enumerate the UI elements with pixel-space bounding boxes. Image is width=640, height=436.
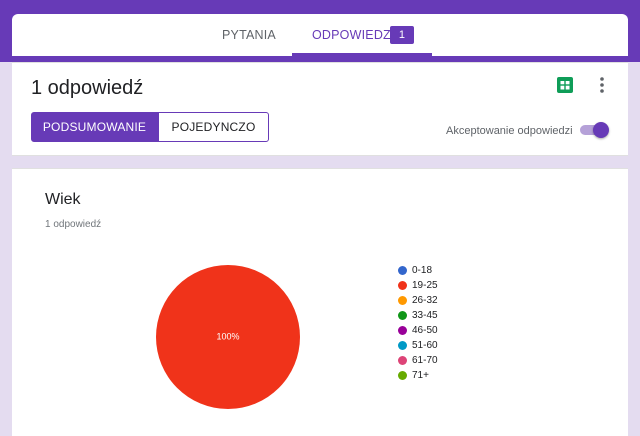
legend-label: 33-45 <box>412 310 438 321</box>
summary-view-button[interactable]: PODSUMOWANIE <box>31 112 158 142</box>
toggle-thumb <box>593 122 609 138</box>
legend-item-26-32: 26-32 <box>398 293 438 308</box>
legend-color-swatch <box>398 371 407 380</box>
tab-responses-label: ODPOWIEDZI <box>312 28 395 42</box>
more-vert-icon[interactable] <box>596 75 608 95</box>
chart-legend: 0-18 19-25 26-32 33-45 46-50 51-60 61-70 71+ <box>398 263 438 383</box>
legend-item-19-25: 19-25 <box>398 278 438 293</box>
responses-count-badge: 1 <box>390 26 414 44</box>
pie-slice-label: 100% <box>216 331 239 341</box>
active-tab-indicator <box>292 53 432 56</box>
legend-color-swatch <box>398 311 407 320</box>
question-card-wiek: Wiek 1 odpowiedź 100% 0-18 19-25 26-32 33-4… <box>12 168 628 436</box>
responses-summary-card: 1 odpowiedź PODSUMOWANIE POJEDYNCZO Akce… <box>12 62 628 156</box>
legend-label: 19-25 <box>412 280 438 291</box>
legend-color-swatch <box>398 356 407 365</box>
sheets-icon[interactable] <box>557 77 573 93</box>
question-title: Wiek <box>45 191 81 208</box>
legend-label: 51-60 <box>412 340 438 351</box>
legend-color-swatch <box>398 341 407 350</box>
question-response-count: 1 odpowiedź <box>45 219 102 230</box>
tab-responses[interactable]: ODPOWIEDZI 1 <box>292 14 432 56</box>
pie-chart: 100% <box>156 265 300 409</box>
legend-item-46-50: 46-50 <box>398 323 438 338</box>
legend-color-swatch <box>398 326 407 335</box>
legend-color-swatch <box>398 281 407 290</box>
legend-label: 71+ <box>412 370 429 381</box>
legend-item-51-60: 51-60 <box>398 338 438 353</box>
tabs-card: PYTANIA ODPOWIEDZI 1 <box>12 14 628 56</box>
legend-item-61-70: 61-70 <box>398 353 438 368</box>
legend-item-71plus: 71+ <box>398 368 438 383</box>
legend-label: 26-32 <box>412 295 438 306</box>
legend-label: 0-18 <box>412 265 433 276</box>
legend-item-33-45: 33-45 <box>398 308 438 323</box>
responses-count-title: 1 odpowiedź <box>31 77 144 99</box>
legend-color-swatch <box>398 296 407 305</box>
legend-label: 61-70 <box>412 355 438 366</box>
individual-view-button[interactable]: POJEDYNCZO <box>158 112 269 142</box>
legend-color-swatch <box>398 266 407 275</box>
legend-label: 46-50 <box>412 325 438 336</box>
legend-item-0-18: 0-18 <box>398 263 438 278</box>
accepting-responses-label: Akceptowanie odpowiedzi <box>446 125 573 137</box>
tab-questions[interactable]: PYTANIA <box>212 14 286 56</box>
accepting-responses-toggle[interactable] <box>578 122 610 138</box>
